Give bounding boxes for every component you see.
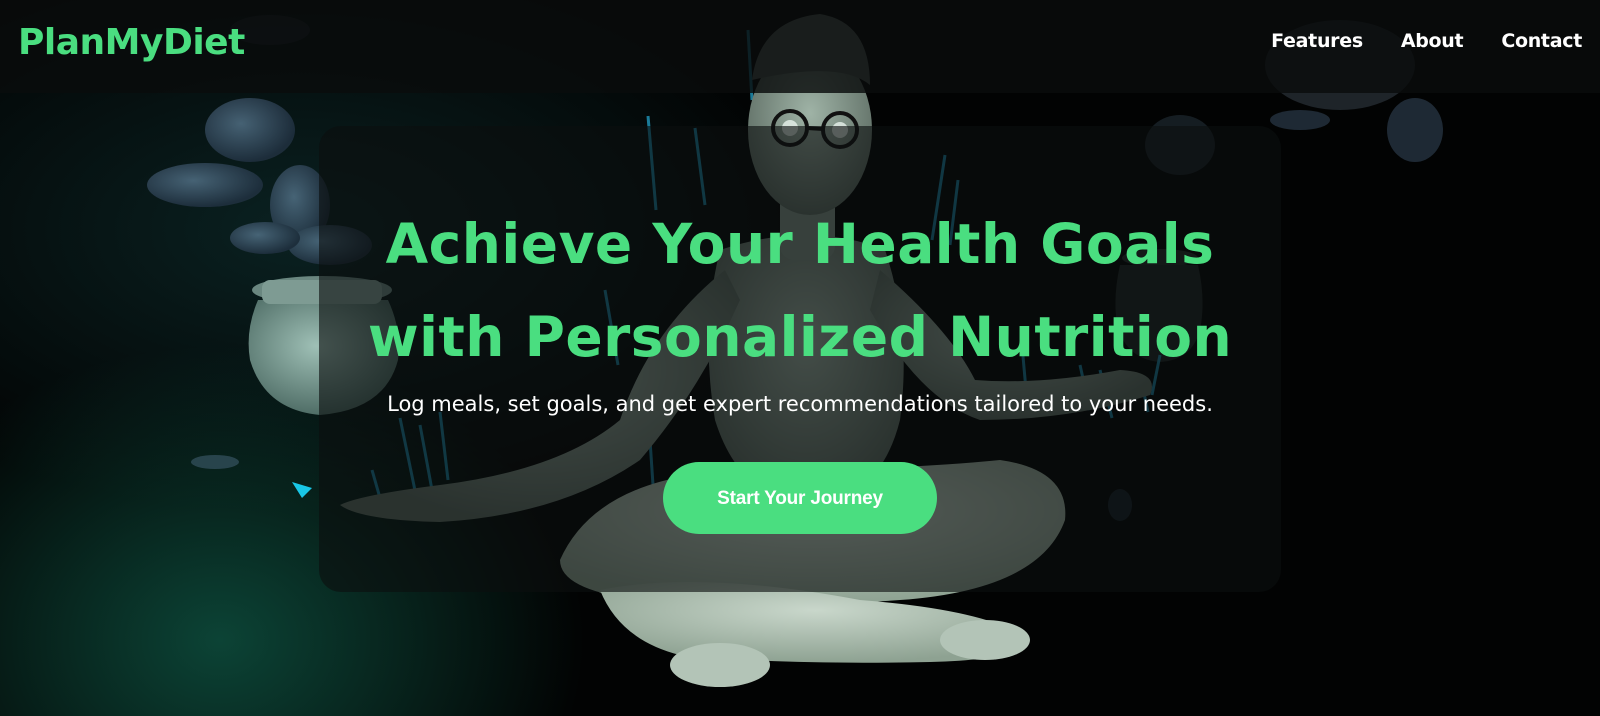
- hero-title: Achieve Your Health Goals with Personali…: [319, 198, 1281, 384]
- page: PlanMyDiet Features About Contact Achiev…: [0, 0, 1600, 716]
- nav-link-about[interactable]: About: [1401, 30, 1464, 52]
- top-navbar: PlanMyDiet Features About Contact: [0, 0, 1600, 93]
- hero-card: Achieve Your Health Goals with Personali…: [319, 126, 1281, 592]
- hero-subtitle: Log meals, set goals, and get expert rec…: [387, 392, 1213, 416]
- hero-title-line-1: Achieve Your Health Goals: [385, 212, 1215, 276]
- brand-logo[interactable]: PlanMyDiet: [18, 22, 245, 63]
- nav-link-contact[interactable]: Contact: [1501, 30, 1582, 52]
- start-journey-button[interactable]: Start Your Journey: [663, 462, 937, 534]
- hero-title-line-2: with Personalized Nutrition: [367, 305, 1233, 369]
- nav-link-features[interactable]: Features: [1271, 30, 1363, 52]
- nav-links: Features About Contact: [1271, 30, 1582, 52]
